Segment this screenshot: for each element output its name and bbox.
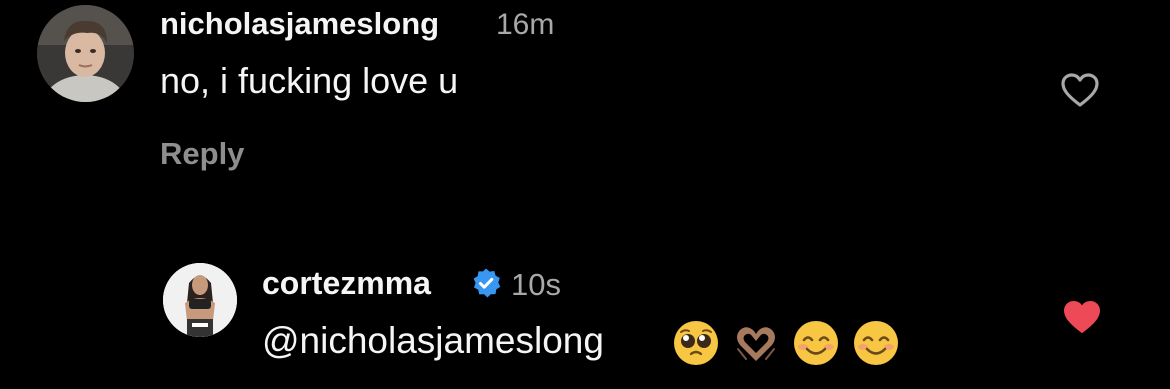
avatar-photo: [37, 5, 134, 102]
comment: nicholasjameslong 16m no, i fucking love…: [0, 0, 1170, 200]
reply-comment: cortezmma 10s @nicholasjameslong: [0, 240, 1170, 389]
comment-text: no, i fucking love u: [160, 60, 459, 101]
comment-username[interactable]: nicholasjameslong: [160, 6, 439, 42]
comment-timestamp: 16m: [496, 8, 555, 41]
smiling-face-emoji: [794, 321, 838, 365]
heart-outline-icon[interactable]: [1060, 72, 1100, 108]
verified-badge-icon: [470, 267, 502, 299]
avatar-photo: [163, 263, 237, 337]
avatar[interactable]: [37, 5, 134, 102]
comment-timestamp: 10s: [511, 267, 561, 302]
pleading-face-emoji: [674, 321, 718, 365]
heart-hands-emoji: [737, 327, 775, 361]
comment-text: @nicholasjameslong: [262, 320, 604, 361]
heart-filled-icon[interactable]: [1062, 299, 1102, 335]
avatar[interactable]: [163, 263, 237, 337]
comment-username[interactable]: cortezmma: [262, 265, 431, 302]
smiling-face-emoji: [854, 321, 898, 365]
reply-button[interactable]: Reply: [160, 136, 244, 172]
